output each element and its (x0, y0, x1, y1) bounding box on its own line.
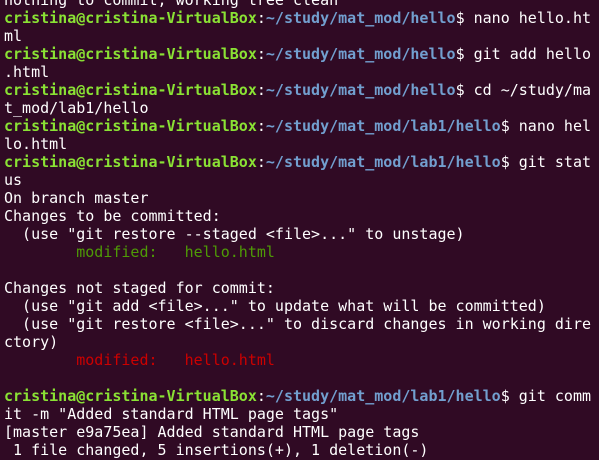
terminal-line: cristina@cristina-VirtualBox:~/study/mat… (4, 45, 591, 63)
terminal-line: .html (4, 63, 591, 81)
output-text: $ git comm (500, 387, 592, 405)
output-text: ml (4, 27, 23, 45)
terminal-line: it -m "Added standard HTML page tags" (4, 405, 591, 423)
output-text: t_mod/lab1/hello (4, 99, 149, 117)
output-text: (use "git add <file>..." to update what … (4, 297, 546, 315)
terminal-line: ctory) (4, 333, 591, 351)
prompt-user-host: cristina@cristina-VirtualBox (4, 9, 257, 27)
terminal-line: modified: hello.html (4, 243, 591, 261)
prompt-path: ~/study/mat_mod/hello (265, 81, 456, 99)
terminal-line: ml (4, 27, 591, 45)
terminal-line: Changes to be committed: (4, 207, 591, 225)
terminal-line: lo.html (4, 135, 591, 153)
prompt-user-host: cristina@cristina-VirtualBox (4, 387, 257, 405)
unstaged-file-status: modified: hello.html (76, 351, 275, 369)
output-text: : (256, 387, 266, 405)
terminal-line: 1 file changed, 5 insertions(+), 1 delet… (4, 441, 591, 459)
output-text: : (256, 9, 266, 27)
terminal-line: t_mod/lab1/hello (4, 99, 591, 117)
terminal-line: us (4, 171, 591, 189)
output-text: lo.html (4, 135, 68, 153)
output-text: : (256, 45, 266, 63)
output-text: (use "git restore <file>..." to discard … (4, 315, 591, 333)
output-text: : (256, 117, 266, 135)
output-text: $ nano hello.ht (455, 9, 592, 27)
terminal-line: cristina@cristina-VirtualBox:~/study/mat… (4, 387, 591, 405)
staged-file-status: modified: hello.html (76, 243, 275, 261)
terminal-output: nothing to commit, working tree clean cri… (4, 0, 591, 459)
terminal-line: (use "git restore --staged <file>..." to… (4, 225, 591, 243)
terminal-line: cristina@cristina-VirtualBox:~/study/mat… (4, 117, 591, 135)
terminal-line: nothing to commit, working tree clean (4, 0, 591, 9)
prompt-path: ~/study/mat_mod/lab1/hello (265, 153, 501, 171)
terminal-line: cristina@cristina-VirtualBox:~/study/mat… (4, 81, 591, 99)
terminal-line: On branch master (4, 189, 591, 207)
output-text: nothing to commit, working tree clean (4, 0, 339, 9)
prompt-path: ~/study/mat_mod/lab1/hello (265, 387, 501, 405)
terminal-line: cristina@cristina-VirtualBox:~/study/mat… (4, 153, 591, 171)
output-text: (use "git restore --staged <file>..." to… (4, 225, 465, 243)
prompt-user-host: cristina@cristina-VirtualBox (4, 117, 257, 135)
terminal-window[interactable]: nothing to commit, working tree clean cri… (0, 0, 599, 460)
output-text: 1 file changed, 5 insertions(+), 1 delet… (4, 441, 429, 459)
output-text: us (4, 171, 23, 189)
output-text: it -m "Added standard HTML page tags" (4, 405, 339, 423)
prompt-path: ~/study/mat_mod/hello (265, 9, 456, 27)
output-text: On branch master (4, 189, 149, 207)
prompt-path: ~/study/mat_mod/hello (265, 45, 456, 63)
terminal-line: [master e9a75ea] Added standard HTML pag… (4, 423, 591, 441)
prompt-path: ~/study/mat_mod/lab1/hello (265, 117, 501, 135)
terminal-line: modified: hello.html (4, 351, 591, 369)
output-text: $ git stat (500, 153, 592, 171)
output-text: $ nano hel (500, 117, 592, 135)
output-text: [master e9a75ea] Added standard HTML pag… (4, 423, 420, 441)
prompt-user-host: cristina@cristina-VirtualBox (4, 81, 257, 99)
terminal-line: cristina@cristina-VirtualBox:~/study/mat… (4, 9, 591, 27)
terminal-line: (use "git add <file>..." to update what … (4, 297, 591, 315)
prompt-user-host: cristina@cristina-VirtualBox (4, 153, 257, 171)
output-text: $ git add hello (455, 45, 592, 63)
output-text: $ cd ~/study/ma (455, 81, 592, 99)
terminal-line: (use "git restore <file>..." to discard … (4, 315, 591, 333)
output-text: Changes to be committed: (4, 207, 221, 225)
output-text: ctory) (4, 333, 59, 351)
output-text: .html (4, 63, 50, 81)
terminal-line: Changes not staged for commit: (4, 279, 591, 297)
prompt-user-host: cristina@cristina-VirtualBox (4, 45, 257, 63)
output-text: : (256, 153, 266, 171)
output-text: : (256, 81, 266, 99)
output-text: Changes not staged for commit: (4, 279, 275, 297)
